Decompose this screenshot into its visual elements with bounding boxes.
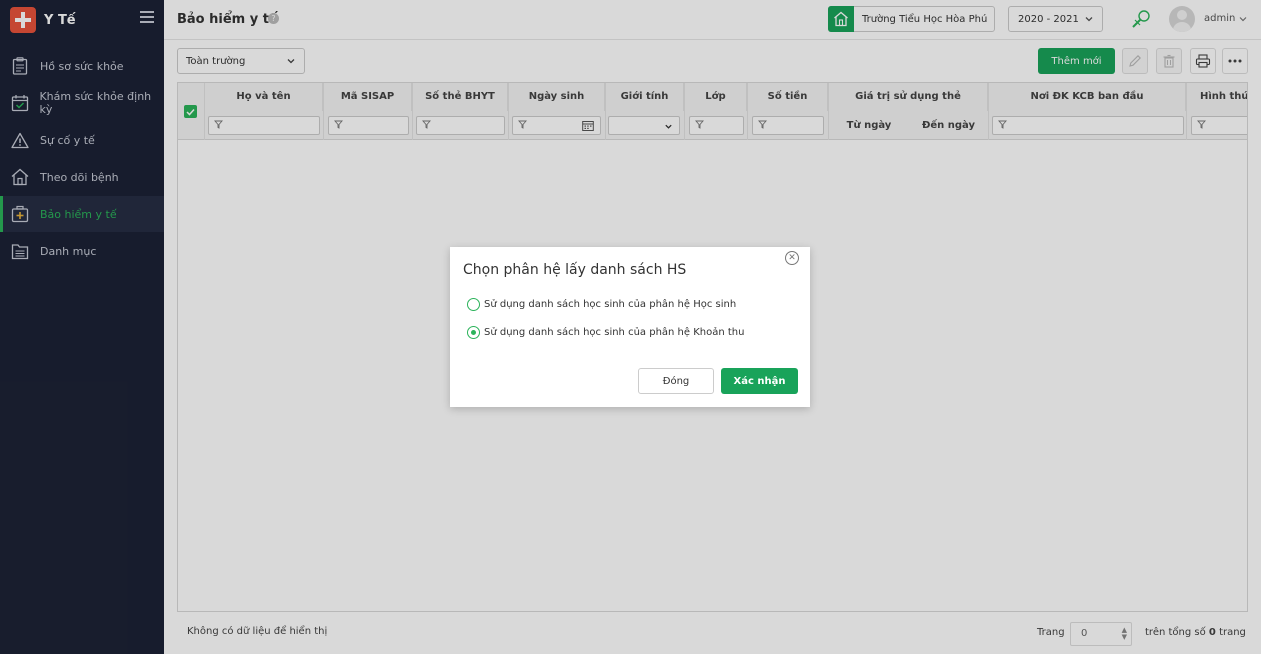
close-button[interactable]: Đóng [638,368,714,394]
dialog-title: Chọn phân hệ lấy danh sách HS [463,262,687,278]
radio-button-checked[interactable] [467,326,480,339]
option-label: Sử dụng danh sách học sinh của phân hệ H… [484,299,737,310]
confirm-button[interactable]: Xác nhận [721,368,798,394]
close-icon[interactable]: ✕ [785,251,799,265]
radio-button[interactable] [467,298,480,311]
option-student-module[interactable]: Sử dụng danh sách học sinh của phân hệ H… [467,298,736,311]
option-fee-module[interactable]: Sử dụng danh sách học sinh của phân hệ K… [467,326,744,339]
select-student-source-dialog: Chọn phân hệ lấy danh sách HS ✕ Sử dụng … [450,247,810,407]
option-label: Sử dụng danh sách học sinh của phân hệ K… [484,327,745,338]
